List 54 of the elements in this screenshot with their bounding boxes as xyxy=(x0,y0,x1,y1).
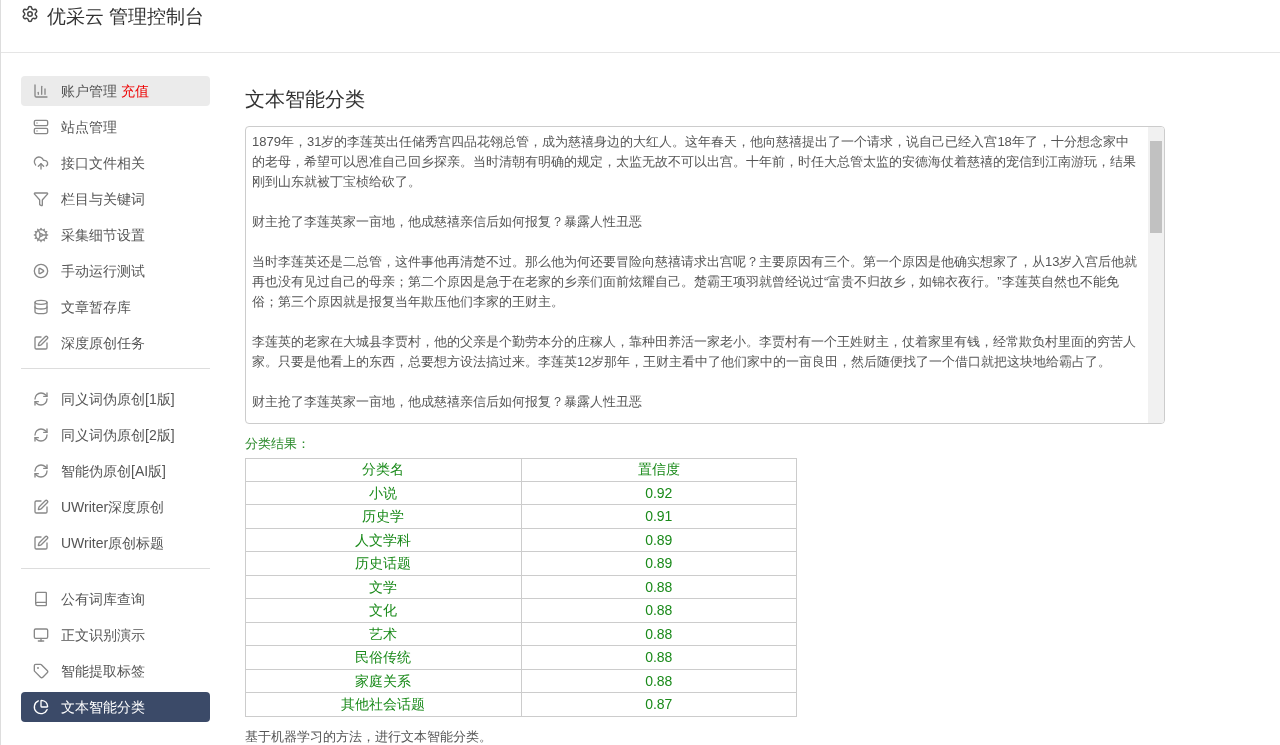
table-cell: 艺术 xyxy=(245,622,521,646)
book-icon xyxy=(33,591,49,607)
console-title: 优采云 管理控制台 xyxy=(47,5,205,29)
refresh-icon xyxy=(33,463,49,479)
table-cell: 其他社会话题 xyxy=(245,692,521,716)
gears-icon xyxy=(33,227,49,243)
column-header: 分类名 xyxy=(245,458,521,481)
edit-icon xyxy=(33,535,49,551)
table-cell: 0.88 xyxy=(521,575,797,599)
table-cell: 0.88 xyxy=(521,669,797,693)
refresh-icon xyxy=(33,391,49,407)
table-cell: 0.88 xyxy=(521,645,797,669)
table-cell: 人文学科 xyxy=(245,528,521,552)
table-cell: 0.89 xyxy=(521,528,797,552)
edit-icon xyxy=(33,335,49,351)
settings-icon xyxy=(21,5,39,23)
article-paragraph: 财主抢了李莲英家一亩地，他成慈禧亲信后如何报复？暴露人性丑恶 xyxy=(252,393,643,411)
table-cell: 0.88 xyxy=(521,598,797,622)
table-cell: 民俗传统 xyxy=(245,645,521,669)
sidebar-item[interactable]: 账户管理 充值 xyxy=(21,76,210,106)
filter-icon xyxy=(33,191,49,207)
article-paragraph: 李莲英的老家在大城县李贾村，他的父亲是个勤劳本分的庄稼人，靠种田养活一家老小。李贾村有一个王姓财主，仗着家里有钱，经常欺负村里面的穷苦人家。只要是他看上的东西，总要想方设法搞过来。李莲英12岁那年，王财主看中了他们家中的一亩良田，然后随便找了一个借口就把这块地给霸占了。 xyxy=(252,333,1137,371)
column-header: 置信度 xyxy=(521,458,797,481)
table-cell: 0.87 xyxy=(521,692,797,716)
database-icon xyxy=(33,299,49,315)
table-cell: 0.88 xyxy=(521,622,797,646)
tag-icon xyxy=(33,663,49,679)
recharge-label: 充值 xyxy=(121,82,149,99)
refresh-icon xyxy=(33,427,49,443)
play-icon xyxy=(33,263,49,279)
table-cell: 小说 xyxy=(245,481,521,505)
table-cell: 历史学 xyxy=(245,504,521,528)
scrollbar[interactable] xyxy=(1148,127,1164,423)
result-label: 分类结果： xyxy=(245,435,311,453)
table-cell: 家庭关系 xyxy=(245,669,521,693)
article-paragraph: 1879年，31岁的李莲英出任储秀宫四品花翎总管，成为慈禧身边的大红人。这年春天，他向慈禧提出了一个请求，说自己已经入宫18年了，十分想念家中的老母，希望可以恩准自己回乡探亲。当时清朝有明确的规定，太监无故不可以出宫。十年前，时任大总管太监的安德海仗着慈禧的宠信到江南游玩，结果刚到山东就被丁宝桢给砍了。 xyxy=(252,133,1137,191)
article-paragraph: 当时李莲英还是二总管，这件事他再清楚不过。那么他为何还要冒险向慈禧请求出宫呢？主要原因有三个。第一个原因是他确实想家了，从13岁入宫后他就再也没有见过自己的母亲；第二个原因是急于在老家的乡亲们面前炫耀自己。楚霸王项羽就曾经说过“富贵不归故乡，如锦衣夜行。”李莲英自然也不能免俗；第三个原因就是报复当年欺压他们李家的王财主。 xyxy=(252,253,1138,311)
sidebar-item[interactable]: 文本智能分类 xyxy=(21,692,210,722)
table-cell: 文化 xyxy=(245,598,521,622)
server-icon xyxy=(33,119,49,135)
text-area[interactable] xyxy=(245,126,1165,424)
pie-chart-icon xyxy=(33,699,49,715)
cloud-upload-icon xyxy=(33,155,49,171)
table-cell: 文学 xyxy=(245,575,521,599)
bar-chart-icon xyxy=(33,83,49,99)
table-cell: 0.92 xyxy=(521,481,797,505)
table-cell: 0.89 xyxy=(521,551,797,575)
edit-icon xyxy=(33,499,49,515)
page-title: 文本智能分类 xyxy=(245,87,366,112)
monitor-icon xyxy=(33,627,49,643)
table-cell: 历史话题 xyxy=(245,551,521,575)
description-text: 基于机器学习的方法，进行文本智能分类。 xyxy=(245,727,493,745)
article-paragraph: 财主抢了李莲英家一亩地，他成慈禧亲信后如何报复？暴露人性丑恶 xyxy=(252,213,643,231)
table-cell: 0.91 xyxy=(521,504,797,528)
